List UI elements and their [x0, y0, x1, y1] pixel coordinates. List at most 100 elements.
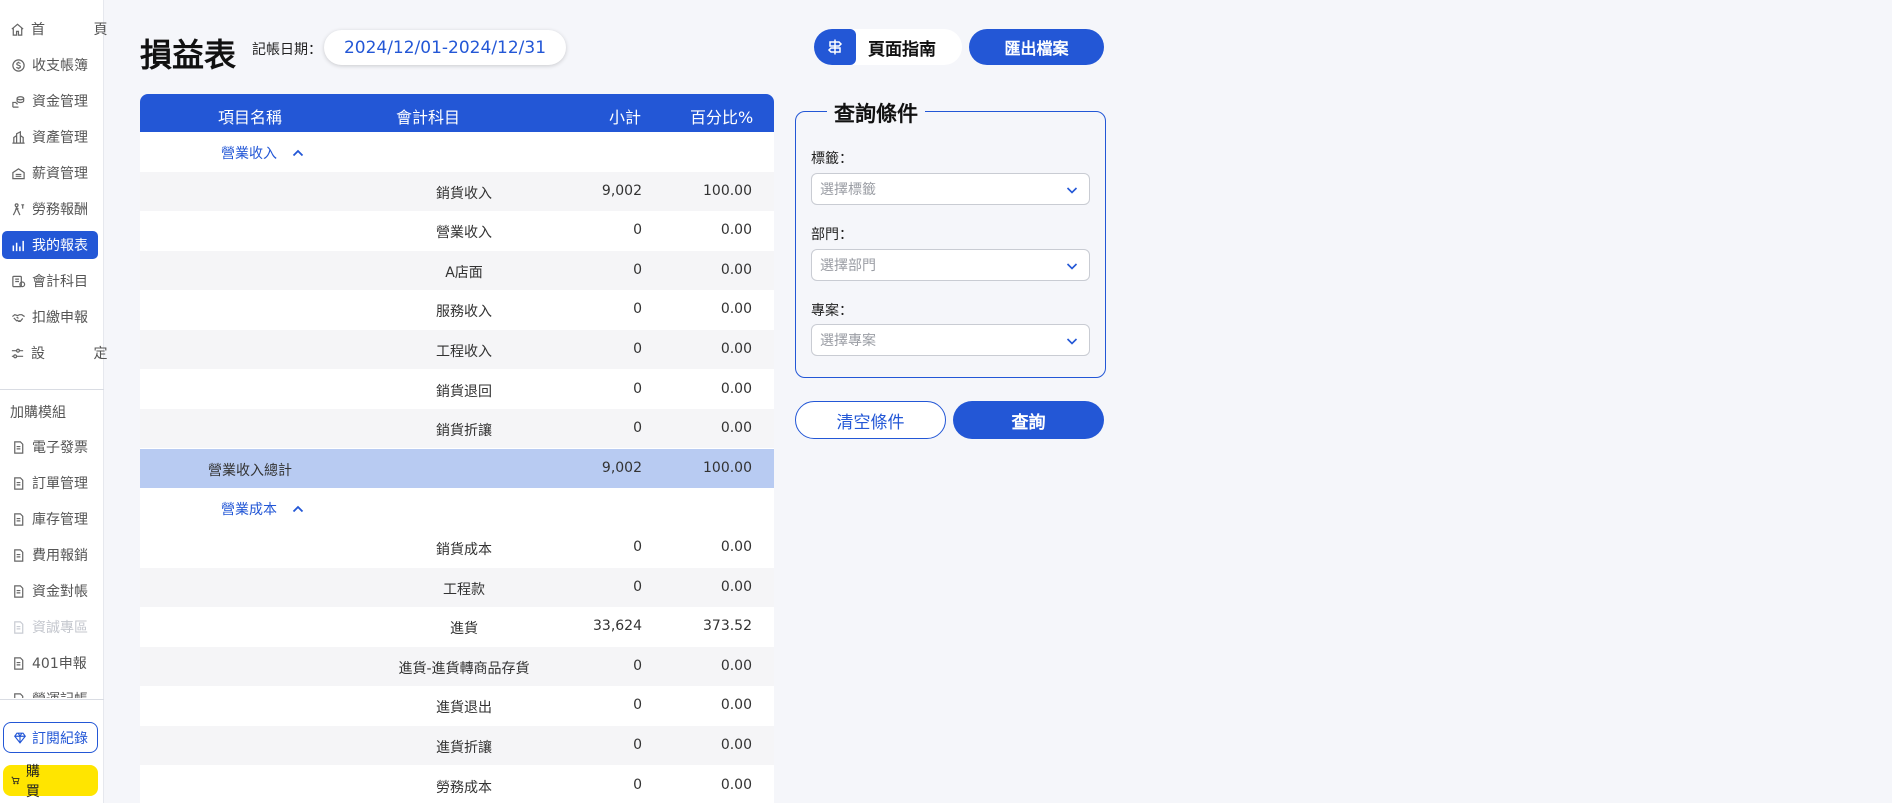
tag-field-label: 標籤：	[811, 151, 853, 167]
query-button[interactable]: 查詢	[953, 401, 1104, 439]
sidebar-item-accounts[interactable]: 會計科目	[2, 267, 98, 295]
account-cell: 營業收入	[436, 225, 492, 242]
table-row: 營業收入 0 0.00	[140, 211, 774, 251]
date-label: 記帳日期：	[252, 42, 322, 58]
sidebar-item-label: 資產管理	[32, 130, 88, 146]
percent-cell: 0.00	[720, 420, 752, 437]
sidebar-item-label: 資金對帳	[32, 584, 88, 600]
sidebar-item-e-invoice[interactable]: 電子發票	[2, 433, 98, 461]
project-select[interactable]: 選擇專案	[811, 324, 1090, 356]
sidebar: 首 頁 收支帳簿 資金管理 資產管理 薪資管理 勞務報酬 我的報表 會計科目 扣…	[0, 0, 107, 803]
project-field-label: 專案：	[811, 303, 853, 319]
account-cell: A店面	[445, 264, 483, 281]
sidebar-item-reconciliation[interactable]: 資金對帳	[2, 577, 98, 605]
subtotal-cell: 0	[633, 261, 642, 278]
subtotal-cell: 0	[633, 341, 642, 357]
sidebar-item-withholding[interactable]: 扣繳申報	[2, 303, 98, 331]
subtotal-cell: 9,002	[601, 459, 642, 476]
percent-cell: 0.00	[720, 539, 752, 555]
subtotal-cell: 0	[633, 301, 642, 318]
sidebar-item-my-reports[interactable]: 我的報表	[2, 231, 98, 259]
tag-select[interactable]: 選擇標籤	[811, 173, 1090, 205]
percent-cell: 0.00	[720, 578, 752, 595]
table-row: 服務收入 0 0.00	[140, 290, 774, 330]
sidebar-item-home[interactable]: 首 頁	[2, 15, 107, 43]
table-row: 銷貨收入 9,002 100.00	[140, 171, 774, 211]
section-toggle[interactable]: 營業收入	[221, 143, 305, 163]
section-toggle[interactable]: 營業成本	[221, 499, 305, 519]
sidebar-item-label: 首 頁	[31, 22, 130, 38]
sidebar-item-settings[interactable]: 設 定	[2, 339, 107, 367]
sidebar-item-inventory[interactable]: 庫存管理	[2, 505, 98, 533]
sliders-icon	[10, 345, 25, 361]
sidebar-item-pwc-zone: 資誠專區	[2, 613, 98, 641]
project-select-placeholder: 選擇專案	[820, 333, 876, 349]
subscription-record-button[interactable]: 訂閱紀錄	[3, 722, 98, 753]
sidebar-item-label: 我的報表	[32, 238, 88, 254]
page-guide-button[interactable]: 頁面指南	[814, 29, 962, 65]
income-statement-table: 項目名稱 會計科目 小計 百分比% 營業收入 銷貨收入 9,002 100.00 營業收…	[140, 94, 774, 803]
sidebar-item-payroll[interactable]: 薪資管理	[2, 159, 98, 187]
department-select[interactable]: 選擇部門	[811, 249, 1090, 281]
sidebar-item-label: 營運記帳	[32, 690, 88, 698]
sidebar-item-label: 電子發票	[32, 440, 88, 456]
sidebar-item-labor-pay[interactable]: 勞務報酬	[2, 195, 98, 223]
subtotal-cell: 0	[633, 222, 642, 239]
page-title: 損益表	[140, 36, 237, 74]
percent-cell: 0.00	[720, 380, 752, 397]
percent-cell: 100.00	[703, 459, 752, 476]
document-icon	[10, 511, 26, 527]
subtotal-cell: 0	[633, 737, 642, 753]
sidebar-item-expenses[interactable]: 費用報銷	[2, 541, 98, 569]
table-row: 工程收入 0 0.00	[140, 330, 774, 369]
table-row: 進貨折讓 0 0.00	[140, 726, 774, 765]
subtotal-cell: 0	[633, 697, 642, 714]
subtotal-cell: 0	[633, 380, 642, 397]
section-name: 營業收入	[221, 146, 277, 162]
account-cell: 銷貨折讓	[436, 423, 492, 440]
sidebar-item-orders[interactable]: 訂單管理	[2, 469, 98, 497]
sidebar-item-operations[interactable]: 營運記帳	[2, 690, 98, 698]
table-row: 銷貨退回 0 0.00	[140, 369, 774, 409]
subtotal-cell: 0	[633, 657, 642, 674]
home-icon	[10, 21, 25, 37]
sidebar-scroll-clip: 營運記帳	[0, 690, 104, 698]
section-name: 營業成本	[221, 502, 277, 519]
dollar-circle-icon	[10, 57, 26, 73]
page-guide-label: 頁面指南	[868, 39, 936, 60]
percent-cell: 0.00	[720, 341, 752, 357]
export-file-button[interactable]: 匯出檔案	[969, 29, 1104, 65]
sidebar-item-label: 資誠專區	[32, 620, 88, 636]
subtotal-cell: 0	[633, 578, 642, 595]
column-header-account: 會計科目	[396, 108, 461, 127]
account-cell: 工程收入	[436, 344, 492, 360]
table-section-row: 營業成本	[140, 488, 774, 528]
sidebar-item-label: 薪資管理	[32, 166, 88, 182]
sidebar-item-label: 訂單管理	[32, 476, 88, 492]
date-range-picker[interactable]: 2024/12/01-2024/12/31	[324, 30, 566, 65]
cart-icon	[11, 776, 20, 785]
subtotal-cell: 9,002	[601, 182, 642, 199]
sidebar-item-401-filing[interactable]: 401申報	[2, 649, 98, 677]
table-row: 進貨退出 0 0.00	[140, 686, 774, 726]
percent-cell: 373.52	[703, 618, 752, 635]
buy-button[interactable]: 購 買	[3, 764, 98, 800]
sidebar-item-funds[interactable]: 資金管理	[2, 87, 98, 115]
sidebar-item-label: 資金管理	[32, 94, 88, 110]
account-cell: 進貨	[450, 621, 478, 638]
query-panel-title: 查詢條件	[827, 98, 925, 128]
table-row: 進貨 33,624 373.52	[140, 607, 774, 647]
percent-cell: 0.00	[720, 697, 752, 714]
subtotal-cell: 33,624	[593, 618, 642, 635]
total-name: 營業收入總計	[208, 462, 292, 479]
table-total-row: 營業收入總計 9,002 100.00	[140, 448, 774, 488]
clear-conditions-button[interactable]: 清空條件	[795, 401, 946, 439]
subscription-record-label: 訂閱紀錄	[32, 730, 88, 747]
account-cell: 進貨退出	[436, 700, 492, 717]
sidebar-item-ledger-book[interactable]: 收支帳簿	[2, 51, 98, 79]
percent-cell: 100.00	[703, 182, 752, 199]
sidebar-item-assets[interactable]: 資產管理	[2, 123, 98, 151]
column-header-item-name: 項目名稱	[218, 108, 283, 127]
addon-group-label: 加購模組	[10, 405, 66, 421]
document-icon	[10, 583, 26, 599]
